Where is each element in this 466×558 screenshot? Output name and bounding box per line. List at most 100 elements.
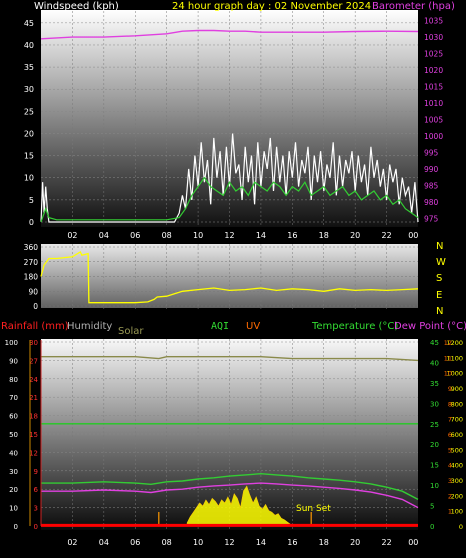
uv-y-tick-label: 9 — [448, 385, 452, 393]
climate-x-tick-label: 10 — [193, 538, 203, 547]
barometer-y-tick-label: 990 — [424, 165, 439, 174]
uv-y-tick-label: 10 — [444, 370, 452, 378]
temp-y-tick-label: 25 — [430, 421, 439, 429]
temp-y-tick-label: 10 — [430, 482, 439, 490]
solar-y-tick-label: 600 — [451, 431, 463, 439]
temp-y-tick-label: 20 — [430, 441, 439, 449]
compass-n-bottom: N — [436, 306, 443, 317]
humidity-y-tick-label: 30 — [9, 468, 18, 476]
wind-x-tick-label: 18 — [319, 231, 329, 240]
barometer-y-tick-label: 1010 — [424, 99, 443, 108]
uv-y-tick-label: 1 — [448, 508, 452, 516]
uv-legend: UV — [246, 321, 260, 332]
wind-panel-bg — [41, 10, 418, 227]
direction-y-tick-label: 0 — [33, 302, 38, 311]
barometer-y-tick-label: 1025 — [424, 50, 443, 59]
humidity-y-tick-label: 40 — [9, 449, 18, 457]
climate-x-tick-label: 18 — [319, 538, 329, 547]
windspeed-axis-title: Windspeed (kph) — [34, 1, 119, 12]
humidity-y-tick-label: 20 — [9, 486, 18, 494]
rain-y-tick-label: 0 — [34, 523, 38, 531]
humidity-y-tick-label: 90 — [9, 357, 18, 365]
barometer-y-tick-label: 1030 — [424, 33, 443, 42]
wind-y-tick-label: 0 — [29, 218, 34, 227]
wind-x-tick-label: 20 — [350, 231, 360, 240]
temp-y-tick-label: 30 — [430, 400, 439, 408]
solar-y-tick-label: 400 — [451, 462, 463, 470]
compass-w: W — [436, 257, 446, 268]
wind-x-tick-label: 22 — [381, 231, 391, 240]
solar-y-tick-label: 500 — [451, 446, 463, 454]
temp-y-tick-label: 45 — [430, 339, 439, 347]
compass-n-top: N — [436, 241, 443, 252]
humidity-y-tick-label: 0 — [14, 523, 18, 531]
wind-y-tick-label: 25 — [24, 107, 34, 116]
wind-y-tick-label: 40 — [24, 41, 34, 50]
wind-x-tick-label: 00 — [408, 231, 418, 240]
temp-y-tick-label: 35 — [430, 380, 439, 388]
climate-x-tick-label: 14 — [256, 538, 266, 547]
direction-y-tick-label: 90 — [28, 287, 38, 296]
solar-y-tick-label: 200 — [451, 492, 463, 500]
solar-y-tick-label: 100 — [451, 508, 463, 516]
wind-y-tick-label: 20 — [24, 129, 34, 138]
direction-y-tick-label: 360 — [24, 243, 39, 252]
barometer-y-tick-label: 1020 — [424, 66, 443, 75]
barometer-y-tick-label: 1015 — [424, 83, 443, 92]
uv-y-tick-label: 4 — [448, 462, 452, 470]
uv-y-tick-label: 7 — [448, 416, 452, 424]
barometer-y-tick-label: 1005 — [424, 116, 443, 125]
barometer-y-tick-label: 1035 — [424, 17, 443, 26]
solar-y-tick-label: 300 — [451, 477, 463, 485]
barometer-y-tick-label: 975 — [424, 215, 439, 224]
barometer-y-tick-label: 995 — [424, 149, 439, 158]
temperature-legend: Temperature (°C) — [311, 321, 398, 332]
solar-y-tick-label: 900 — [451, 385, 463, 393]
wind-y-tick-label: 15 — [24, 152, 34, 161]
temp-y-tick-label: 5 — [430, 503, 434, 511]
solar-y-tick-label: 0 — [459, 523, 463, 531]
uv-y-tick-label: 2 — [448, 492, 452, 500]
climate-x-tick-label: 12 — [224, 538, 234, 547]
compass-s: S — [436, 273, 442, 284]
climate-x-tick-label: 00 — [408, 538, 418, 547]
sunset-label: Sun Set — [296, 504, 331, 514]
compass-e: E — [436, 290, 442, 301]
humidity-y-tick-label: 60 — [9, 413, 18, 421]
uv-y-tick-label: 12 — [444, 339, 452, 347]
wind-x-tick-label: 02 — [67, 231, 77, 240]
rainfall-legend: Rainfall (mm) — [1, 321, 69, 332]
humidity-y-tick-label: 70 — [9, 394, 18, 402]
uv-y-tick-label: 11 — [444, 354, 452, 362]
barometer-y-tick-label: 1000 — [424, 132, 443, 141]
uv-y-tick-label: 6 — [448, 431, 452, 439]
dewpoint-legend: Dew Point (°C) — [394, 321, 466, 332]
climate-x-tick-label: 20 — [350, 538, 360, 547]
uv-y-tick-label: 5 — [448, 446, 452, 454]
wind-y-tick-label: 10 — [24, 174, 34, 183]
uv-y-tick-label: 8 — [448, 400, 452, 408]
chart-title: 24 hour graph day : 02 November 2024 — [172, 1, 371, 12]
temp-y-tick-label: 0 — [430, 523, 434, 531]
aqi-legend: AQI — [211, 321, 229, 332]
climate-x-tick-label: 04 — [99, 538, 109, 547]
climate-x-tick-label: 08 — [162, 538, 172, 547]
wind-x-tick-label: 04 — [99, 231, 109, 240]
climate-x-tick-label: 22 — [381, 538, 391, 547]
solar-y-tick-label: 800 — [451, 400, 463, 408]
humidity-y-tick-label: 100 — [5, 339, 18, 347]
rain-y-tick-label: 6 — [34, 486, 39, 494]
humidity-legend: Humidity — [67, 321, 112, 332]
direction-y-tick-label: 270 — [24, 258, 39, 267]
wind-x-tick-label: 14 — [256, 231, 266, 240]
wind-y-tick-label: 30 — [24, 85, 34, 94]
humidity-y-tick-label: 10 — [9, 505, 18, 513]
rain-y-tick-label: 9 — [34, 468, 38, 476]
wind-x-tick-label: 16 — [287, 231, 297, 240]
humidity-y-tick-label: 50 — [9, 431, 18, 439]
barometer-y-tick-label: 980 — [424, 198, 439, 207]
uv-y-tick-label: 3 — [448, 477, 452, 485]
wind-x-tick-label: 06 — [130, 231, 140, 240]
solar-legend: Solar — [118, 326, 144, 337]
climate-x-tick-label: 06 — [130, 538, 140, 547]
